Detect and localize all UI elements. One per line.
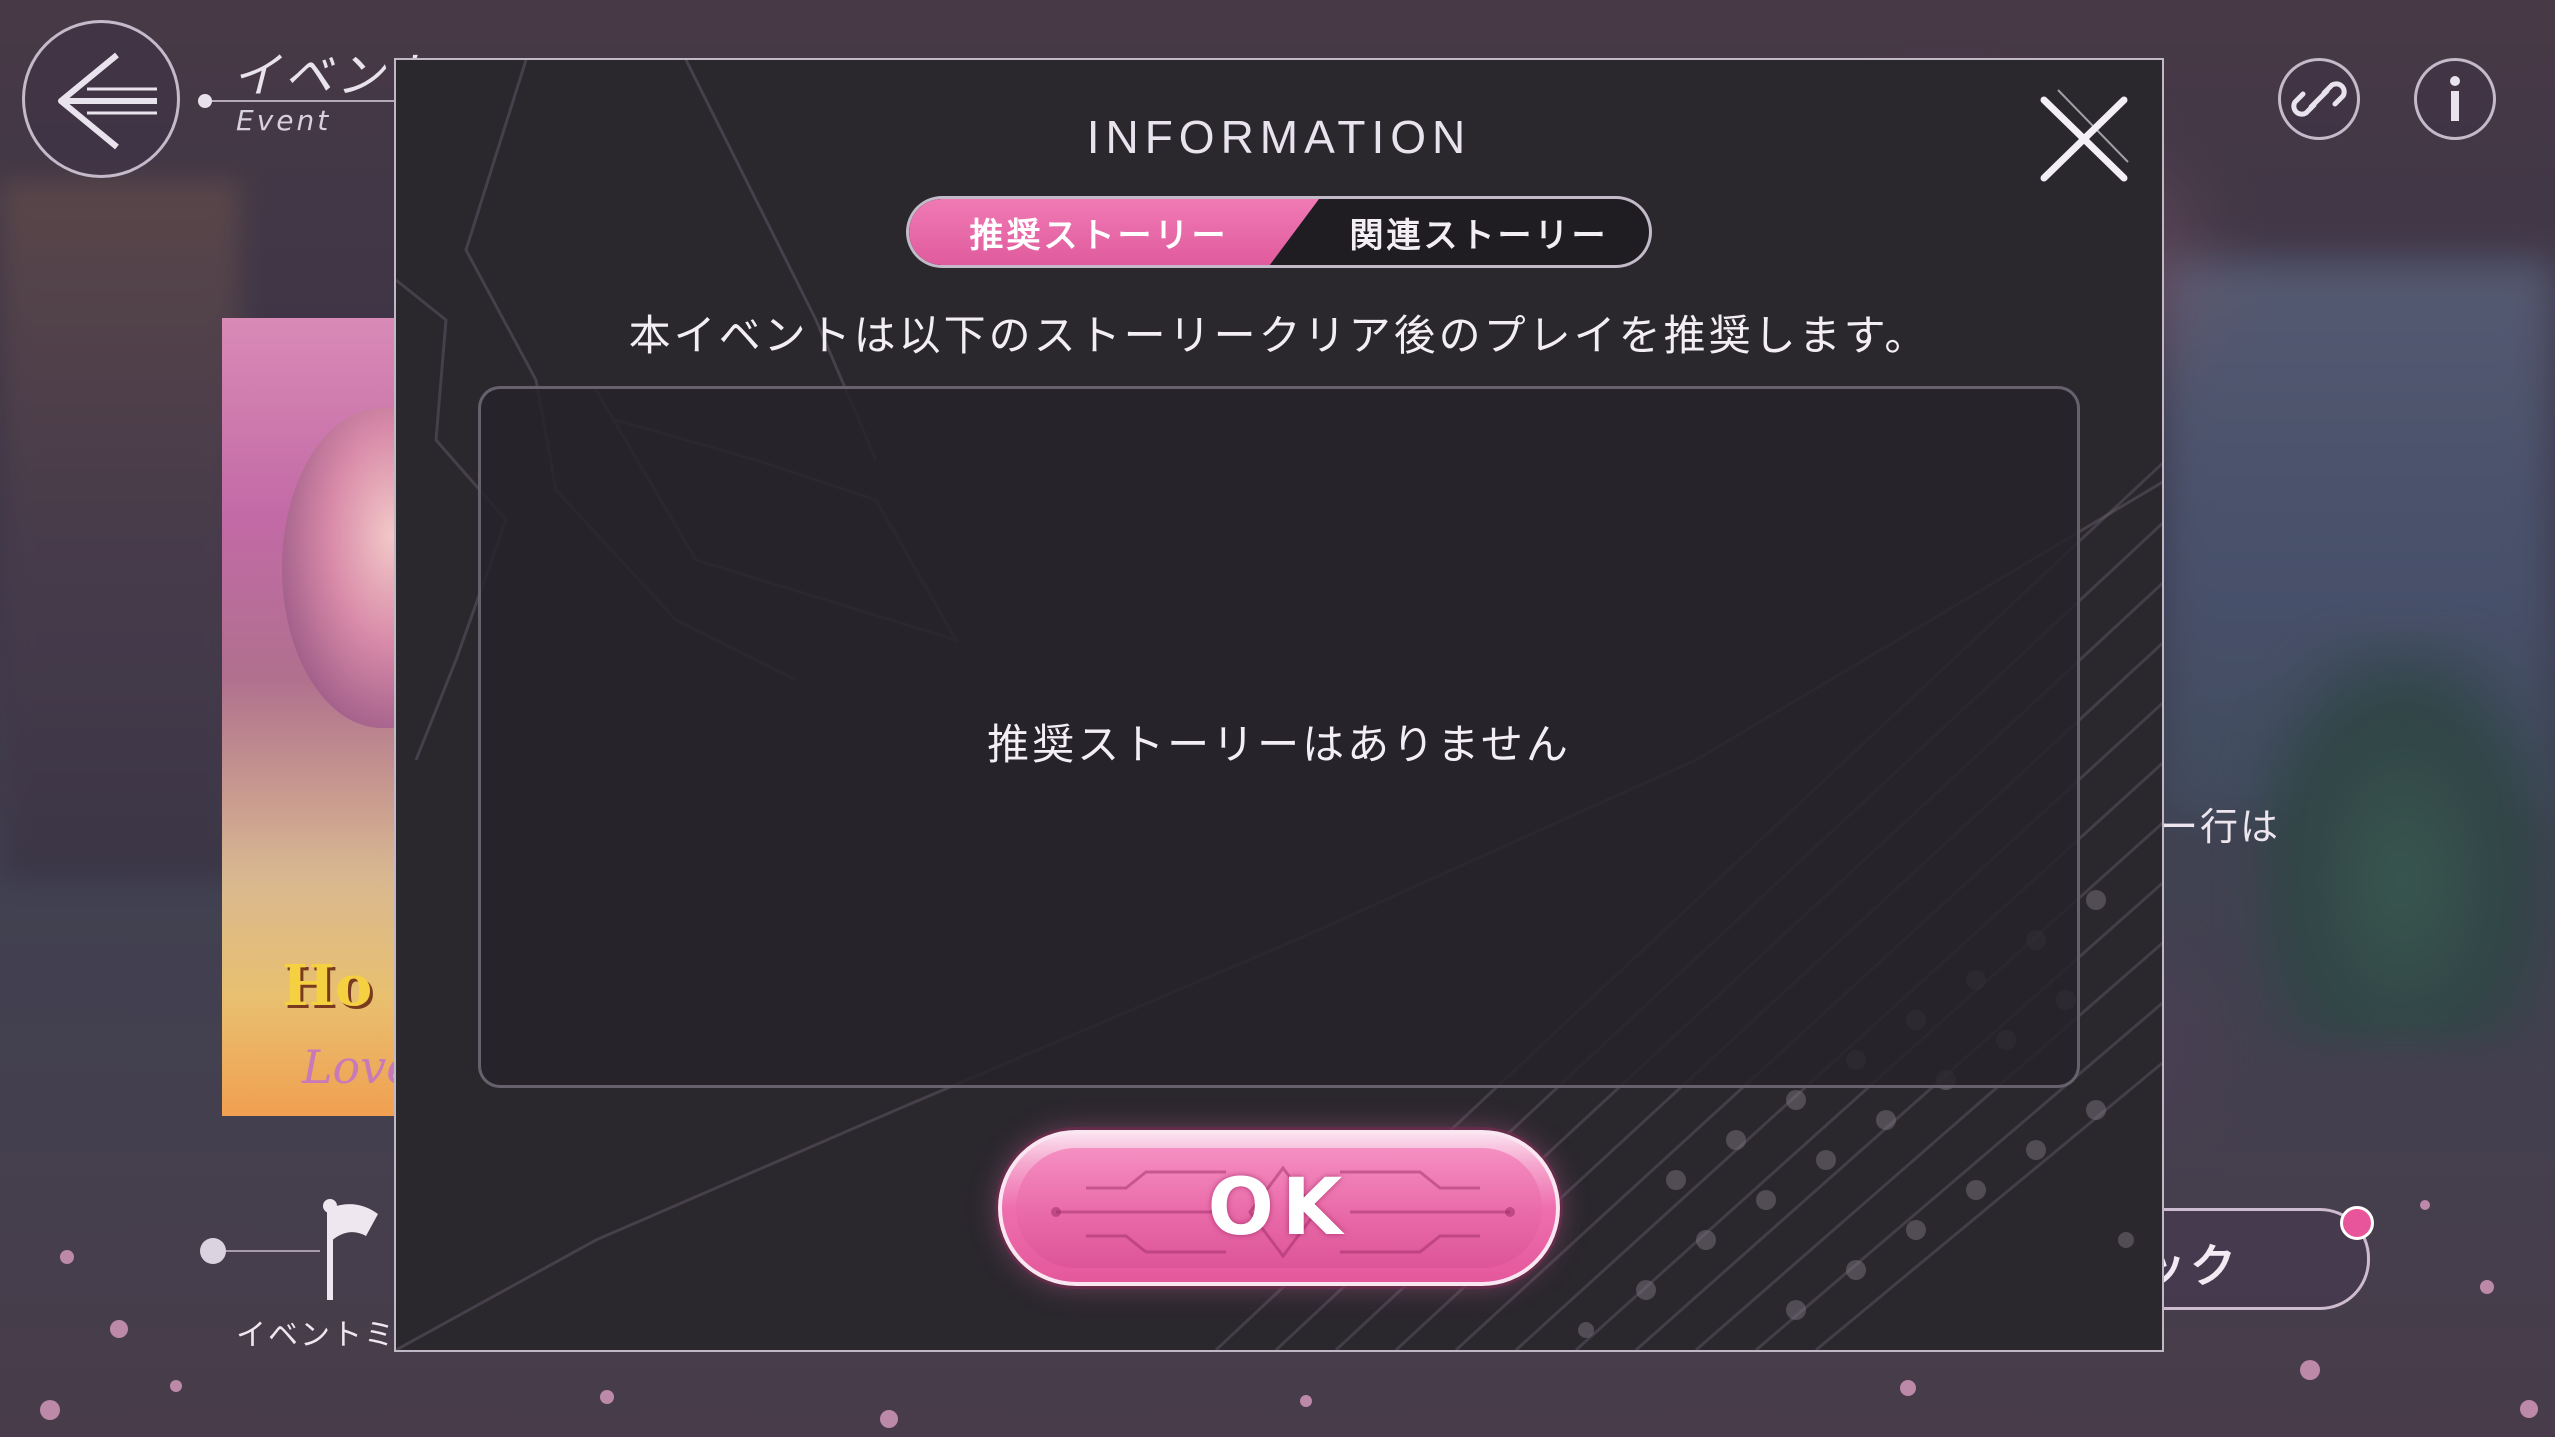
background-text-fragment: ー行は <box>2160 805 2281 849</box>
page-subtitle: Event <box>236 104 332 137</box>
dialog-title: INFORMATION <box>1086 111 1472 163</box>
back-arrow-icon <box>58 52 157 150</box>
event-mission-label[interactable]: イベントミ <box>236 1310 396 1354</box>
information-dialog: INFORMATION 推奨ストーリー 関連ストーリー 本イベントは以下のストー… <box>394 58 2164 1352</box>
flag-icon <box>323 1199 378 1300</box>
banner-logo: Ho <box>282 953 373 1019</box>
sparkle <box>600 1390 614 1404</box>
sparkle <box>170 1380 182 1392</box>
sparkle <box>2480 1280 2494 1294</box>
game-screen: イベント Event Ho Love イベントミ ー行は ック INFORMAT… <box>0 0 2555 1437</box>
link-button[interactable] <box>2278 58 2360 140</box>
sparkle <box>1300 1395 1312 1407</box>
sparkle <box>880 1410 898 1428</box>
recommendation-message: 本イベントは以下のストーリークリア後のプレイを推奨します。 <box>628 311 1930 360</box>
mission-connector <box>220 1250 320 1252</box>
close-button[interactable] <box>2028 82 2140 194</box>
sparkle <box>110 1320 128 1338</box>
tab-related-story[interactable]: 関連ストーリー <box>1309 199 1649 265</box>
empty-story-message: 推奨ストーリーはありません <box>987 720 1571 769</box>
notification-badge <box>2340 1206 2374 1240</box>
info-button[interactable] <box>2414 58 2496 140</box>
link-icon <box>2291 81 2347 117</box>
sparkle <box>2520 1400 2538 1418</box>
sparkle <box>2300 1360 2320 1380</box>
sparkle <box>2420 1200 2430 1210</box>
info-icon <box>2450 76 2460 121</box>
sparkle <box>1900 1380 1916 1396</box>
story-list-panel: 推奨ストーリーはありません <box>478 386 2080 1088</box>
mission-node <box>200 1238 226 1264</box>
ok-button-label: OK <box>1207 1163 1351 1253</box>
header-dot <box>198 94 212 108</box>
tab-recommended-story[interactable]: 推奨ストーリー <box>909 199 1289 265</box>
sparkle <box>60 1250 74 1264</box>
story-tab-group: 推奨ストーリー 関連ストーリー <box>906 196 1652 268</box>
back-button[interactable] <box>22 20 180 178</box>
event-banner[interactable]: Ho Love <box>222 318 422 1116</box>
ok-button[interactable]: OK <box>998 1130 1560 1286</box>
close-icon <box>2040 89 2129 182</box>
sparkle <box>40 1400 60 1420</box>
